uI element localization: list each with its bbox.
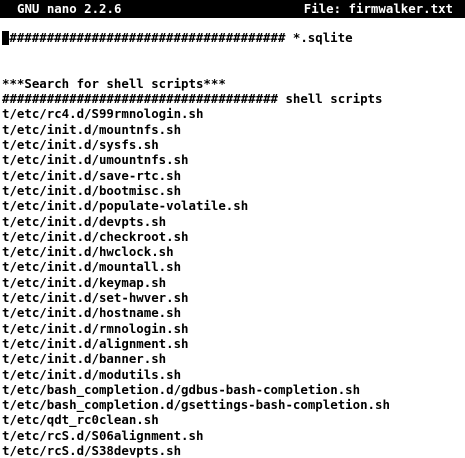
nano-title-bar: GNU nano 2.2.6 File: firmwalker.txt bbox=[0, 0, 465, 18]
editor-line[interactable]: t/etc/init.d/keymap.sh bbox=[2, 275, 465, 290]
editor-line[interactable]: t/etc/init.d/checkroot.sh bbox=[2, 229, 465, 244]
editor-line[interactable]: ##################################### *.… bbox=[2, 30, 465, 45]
editor-line[interactable]: t/etc/init.d/hwclock.sh bbox=[2, 244, 465, 259]
editor-line[interactable]: t/etc/init.d/modutils.sh bbox=[2, 367, 465, 382]
editor-line[interactable]: t/etc/init.d/bootmisc.sh bbox=[2, 183, 465, 198]
editor-line[interactable] bbox=[2, 61, 465, 76]
editor-line-text: ##################################### *.… bbox=[9, 30, 353, 45]
editor-line[interactable]: t/etc/init.d/populate-volatile.sh bbox=[2, 198, 465, 213]
editor-line[interactable]: t/etc/init.d/umountnfs.sh bbox=[2, 152, 465, 167]
editor-line[interactable]: t/etc/init.d/sysfs.sh bbox=[2, 137, 465, 152]
editor-line[interactable]: t/etc/bash_completion.d/gdbus-bash-compl… bbox=[2, 382, 465, 397]
editor-line[interactable]: t/etc/bash_completion.d/gsettings-bash-c… bbox=[2, 397, 465, 412]
file-name-label: File: firmwalker.txt bbox=[303, 1, 453, 16]
editor-line[interactable]: t/etc/init.d/save-rtc.sh bbox=[2, 168, 465, 183]
editor-line[interactable] bbox=[2, 45, 465, 60]
editor-line[interactable]: t/etc/init.d/alignment.sh bbox=[2, 336, 465, 351]
editor-line[interactable]: t/etc/rcS.d/S38devpts.sh bbox=[2, 443, 465, 458]
editor-line[interactable]: t/etc/init.d/set-hwver.sh bbox=[2, 290, 465, 305]
editor-line[interactable]: t/etc/init.d/banner.sh bbox=[2, 351, 465, 366]
editor-line[interactable]: t/etc/rcS.d/S06alignment.sh bbox=[2, 428, 465, 443]
editor-line[interactable]: t/etc/init.d/devpts.sh bbox=[2, 214, 465, 229]
editor-line[interactable]: t/etc/init.d/mountnfs.sh bbox=[2, 122, 465, 137]
editor-line[interactable]: t/etc/qdt_rc0clean.sh bbox=[2, 412, 465, 427]
editor-line[interactable]: t/etc/init.d/hostname.sh bbox=[2, 305, 465, 320]
editor-line[interactable]: t/etc/init.d/rmnologin.sh bbox=[2, 321, 465, 336]
editor-line[interactable]: t/etc/init.d/mountall.sh bbox=[2, 259, 465, 274]
editor-line[interactable]: t/etc/rc4.d/S99rmnologin.sh bbox=[2, 106, 465, 121]
editor-line[interactable]: ***Search for shell scripts*** bbox=[2, 76, 465, 91]
editor-buffer[interactable]: ##################################### *.… bbox=[2, 30, 465, 458]
editor-line[interactable]: ##################################### sh… bbox=[2, 91, 465, 106]
app-version-label: GNU nano 2.2.6 bbox=[17, 1, 122, 16]
